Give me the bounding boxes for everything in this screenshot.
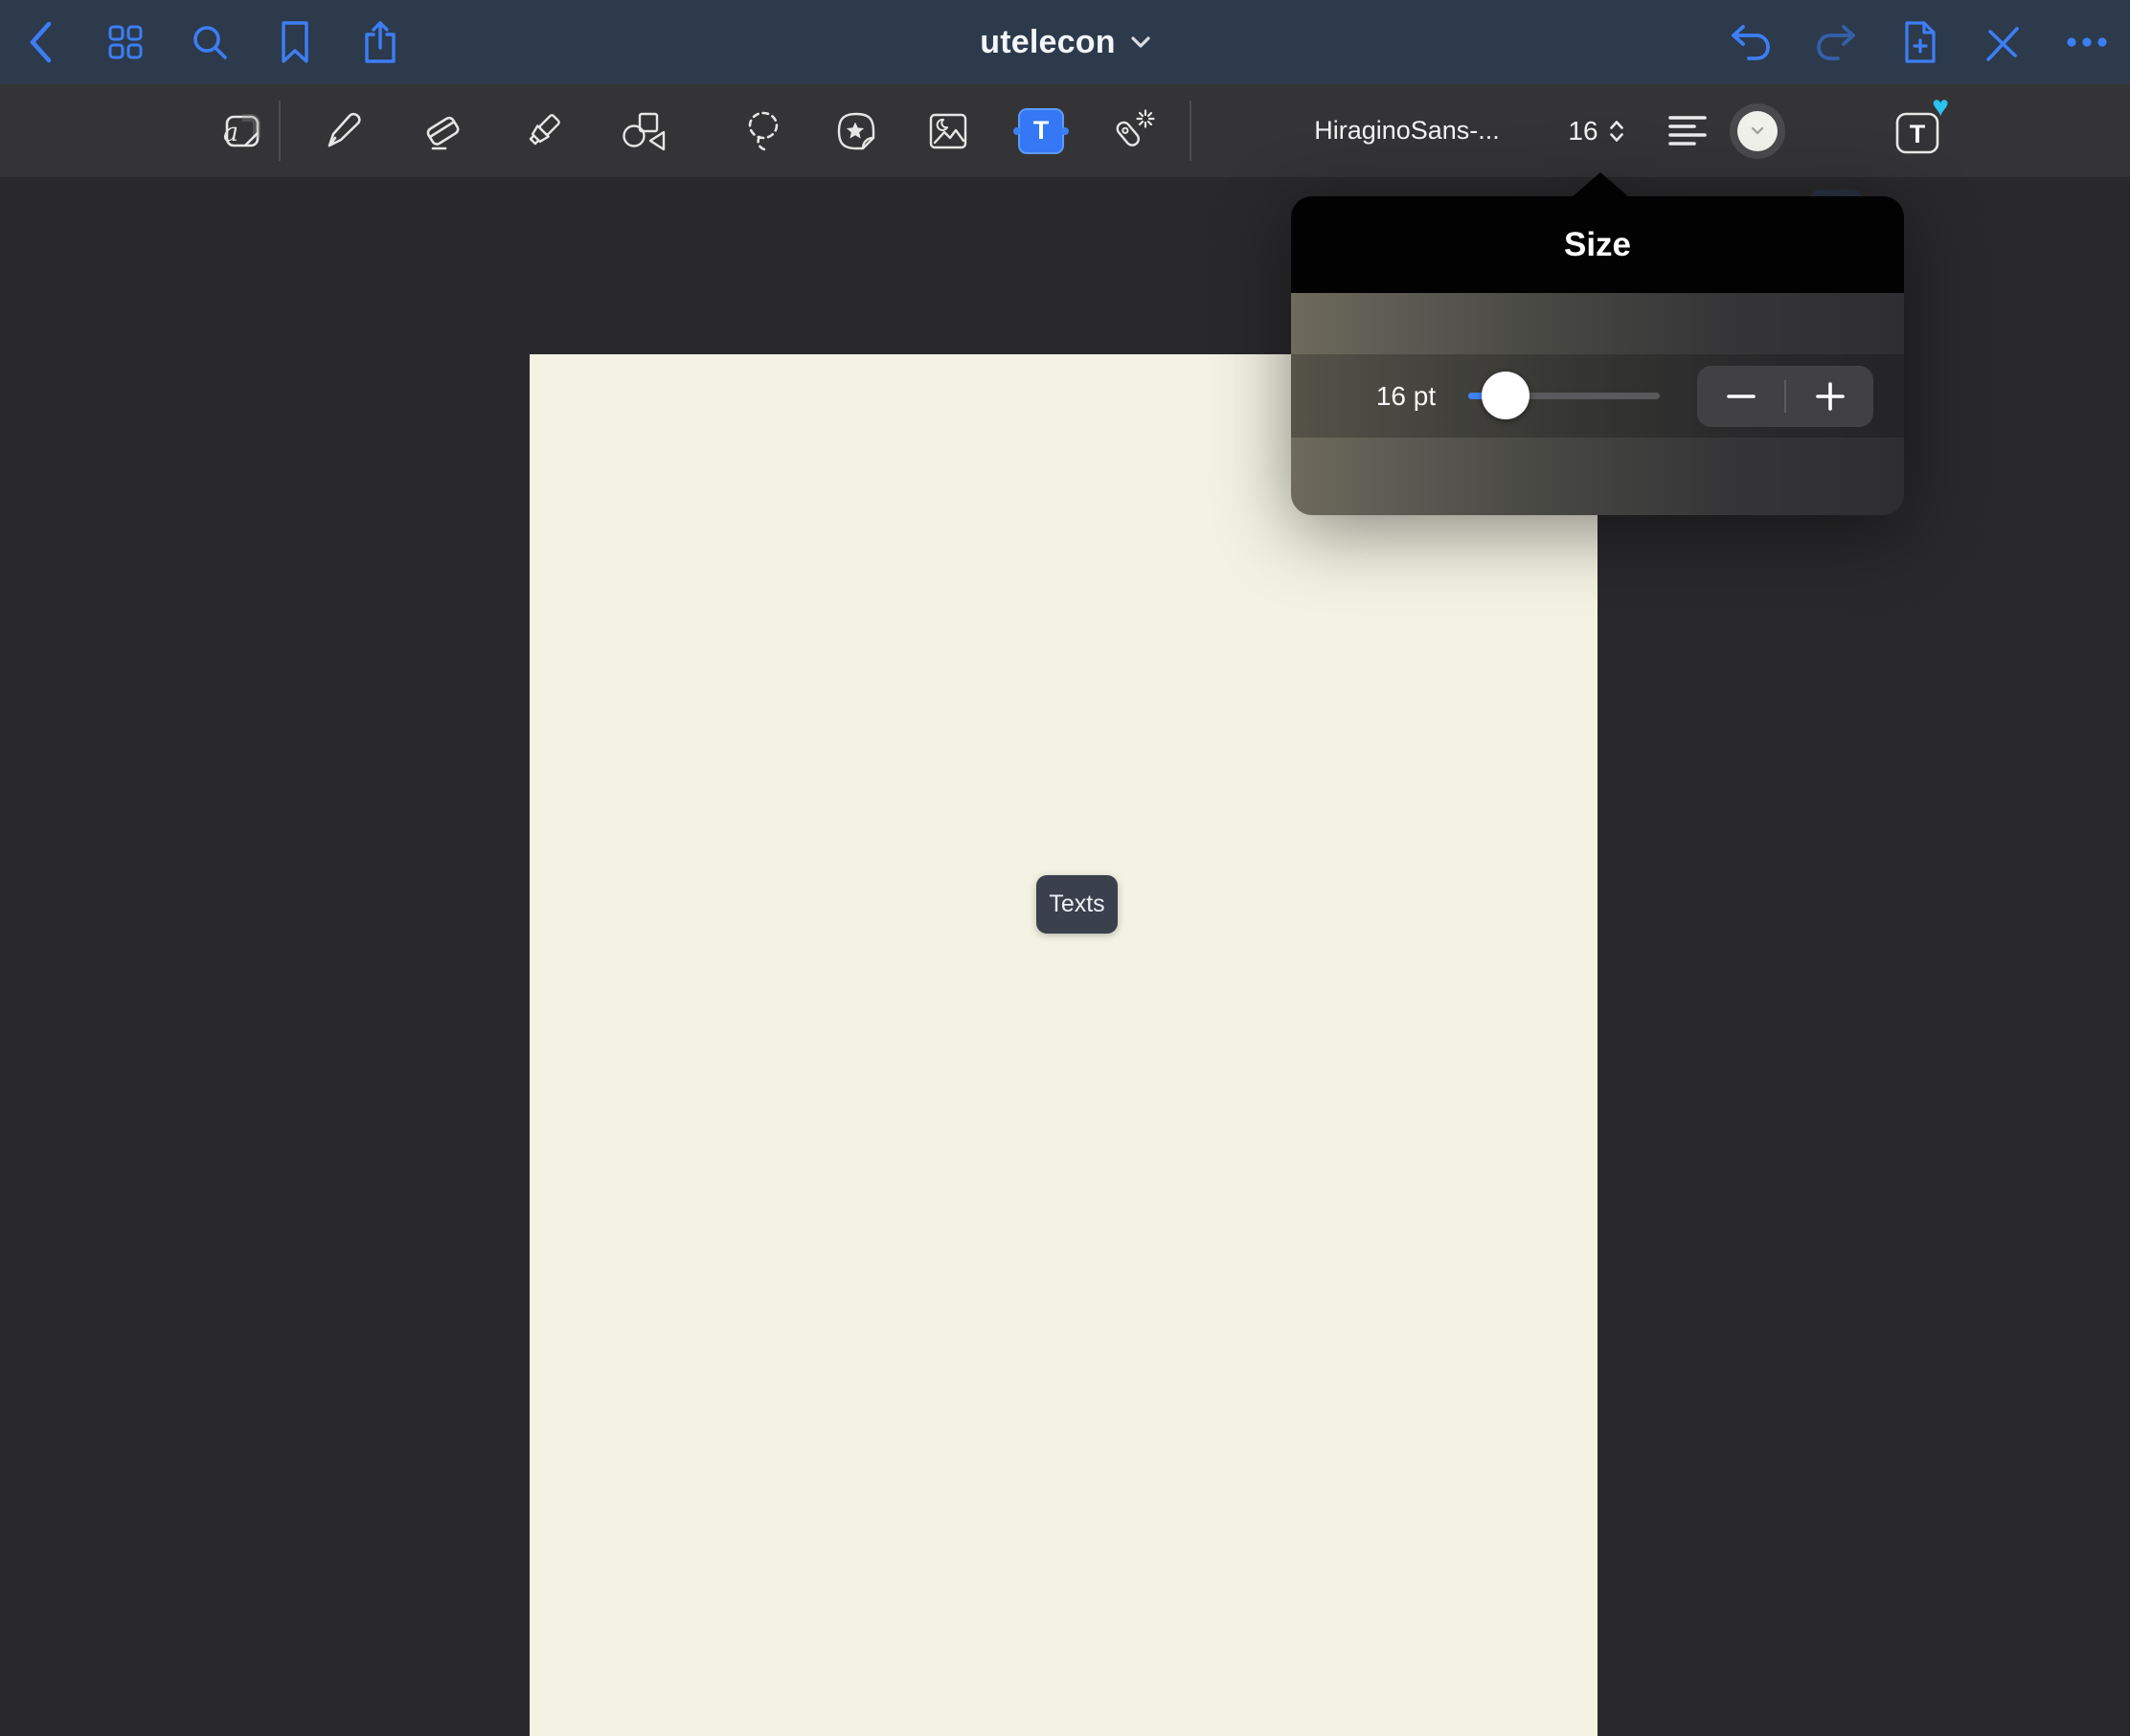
color-ring <box>1730 103 1785 159</box>
up-down-chevron-icon <box>1608 117 1625 146</box>
text-tool-icon: T <box>1018 108 1064 154</box>
svg-text:T: T <box>1910 120 1926 148</box>
size-row: 16 pt <box>1291 354 1904 438</box>
text-align-button[interactable] <box>1668 115 1707 147</box>
pages-grid-icon <box>108 25 143 59</box>
page-canvas[interactable] <box>530 354 1598 1736</box>
size-stepper <box>1697 366 1873 427</box>
eraser-tool-icon <box>420 110 465 152</box>
size-popover: Size 16 pt <box>1291 196 1904 515</box>
favorite-text-style-button[interactable]: T ♥ <box>1893 106 1943 156</box>
add-page-button[interactable] <box>1903 20 1937 64</box>
search-icon <box>191 23 229 61</box>
redo-icon <box>1815 23 1857 61</box>
elements-tool[interactable] <box>829 104 883 158</box>
lasso-tool[interactable] <box>737 104 791 158</box>
undo-button[interactable] <box>1730 23 1772 61</box>
back-icon <box>28 20 53 64</box>
size-value-label: 16 pt <box>1348 354 1463 438</box>
font-size-button[interactable]: 16 <box>1552 102 1642 160</box>
editing-toolbar: a <box>0 84 2130 177</box>
color-circle <box>1737 111 1778 151</box>
lasso-tool-icon <box>744 109 784 153</box>
highlighter-tool[interactable] <box>516 104 570 158</box>
shapes-tool-icon <box>621 111 667 151</box>
chevron-down-icon <box>1751 126 1764 135</box>
popover-header: Size <box>1291 196 1904 293</box>
image-tool-icon <box>926 111 970 151</box>
document-title: utelecon <box>980 24 1115 61</box>
add-page-icon <box>1903 20 1937 64</box>
shapes-tool[interactable] <box>617 104 670 158</box>
text-color-button[interactable] <box>1730 103 1785 159</box>
document-title-button[interactable]: utelecon <box>910 0 1220 84</box>
image-tool[interactable] <box>921 104 975 158</box>
search-button[interactable] <box>191 23 229 61</box>
eraser-tool[interactable] <box>416 104 469 158</box>
zoom-window-tool-icon: a <box>220 110 264 152</box>
increase-size-button[interactable] <box>1786 366 1873 427</box>
svg-text:a: a <box>223 118 238 147</box>
plus-icon <box>1815 381 1846 412</box>
text-tool[interactable]: T <box>1014 104 1068 158</box>
share-icon <box>363 19 397 65</box>
laser-pointer-tool-icon <box>1111 109 1155 153</box>
laser-pointer-tool[interactable] <box>1106 104 1160 158</box>
undo-icon <box>1730 23 1772 61</box>
font-size-value: 16 <box>1568 116 1598 147</box>
pen-cross-icon <box>1983 22 2023 62</box>
selection-handle <box>1013 127 1021 135</box>
selection-handle <box>1061 127 1069 135</box>
zoom-window-tool[interactable]: a <box>215 104 269 158</box>
bookmark-button[interactable] <box>280 20 310 64</box>
font-size-slider[interactable] <box>1468 393 1660 399</box>
font-button[interactable]: HiraginoSans-... <box>1283 102 1530 160</box>
texts-label[interactable]: Texts <box>1036 875 1118 934</box>
toolbar-divider <box>1190 101 1191 161</box>
top-navigation-bar: utelecon <box>0 0 2130 84</box>
back-button[interactable] <box>28 20 53 64</box>
elements-tool-icon <box>834 109 878 153</box>
bookmark-icon <box>280 20 310 64</box>
minus-icon <box>1727 395 1756 398</box>
highlighter-tool-icon <box>522 110 564 152</box>
popover-body: 16 pt <box>1291 293 1904 515</box>
heart-icon: ♥ <box>1932 93 1949 122</box>
pen-tool[interactable] <box>315 104 369 158</box>
decrease-size-button[interactable] <box>1697 366 1784 427</box>
chevron-down-icon <box>1131 36 1150 49</box>
pen-tool-icon <box>320 109 364 153</box>
more-icon <box>2066 36 2108 48</box>
more-button[interactable] <box>2066 36 2108 48</box>
popover-title: Size <box>1564 226 1631 264</box>
redo-button[interactable] <box>1815 23 1857 61</box>
share-button[interactable] <box>363 19 397 65</box>
align-left-icon <box>1668 115 1707 147</box>
pen-cross-button[interactable] <box>1983 22 2023 62</box>
pages-overview-button[interactable] <box>108 25 143 59</box>
toolbar-divider <box>279 101 281 161</box>
slider-knob[interactable] <box>1482 372 1530 419</box>
